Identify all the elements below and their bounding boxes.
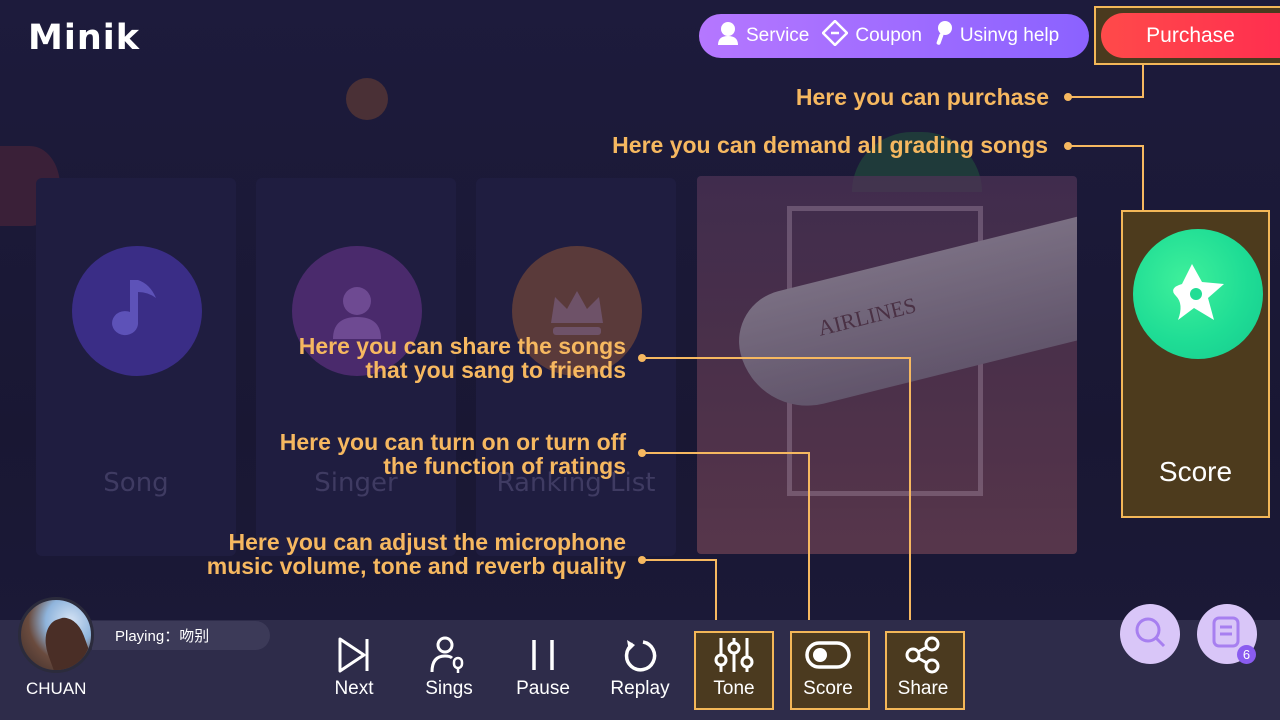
app-logo: Minik: [28, 18, 141, 58]
annotation-purchase: Here you can purchase: [795, 84, 1049, 110]
help-button[interactable]: Usinvg help: [935, 20, 1059, 52]
top-menu-pill: Service Coupon Usinvg help: [699, 14, 1089, 58]
equalizer-icon: [694, 636, 774, 674]
skip-next-icon: [314, 636, 394, 674]
annotation-adjust-line2: music volume, tone and reverb quality: [206, 553, 626, 579]
score-panel-label: Score: [1158, 456, 1233, 487]
share-button[interactable]: Share: [883, 636, 963, 706]
next-label: Next: [334, 678, 374, 699]
album-cover[interactable]: AIRLINES: [697, 176, 1077, 554]
avatar-hair-shape: [37, 612, 91, 670]
score-panel[interactable]: Score: [1121, 210, 1270, 518]
purchase-button[interactable]: Purchase: [1101, 13, 1280, 58]
connector-line: [1068, 145, 1144, 147]
coupon-button[interactable]: Coupon: [821, 19, 922, 52]
next-button[interactable]: Next: [314, 636, 394, 706]
pause-icon: [503, 636, 583, 674]
help-label: Usinvg help: [959, 25, 1060, 46]
card-label: Song: [103, 468, 169, 498]
tone-label: Tone: [713, 678, 755, 699]
now-playing[interactable]: Playing：吻别: [92, 621, 270, 650]
score-toggle-label: Score: [803, 678, 853, 699]
coupon-label: Coupon: [855, 25, 922, 46]
annotation-ratings-line1: Here you can turn on or turn off: [279, 429, 626, 455]
star-icon: [1133, 229, 1263, 359]
connector-line: [909, 357, 911, 632]
playlist-icon: [1212, 616, 1242, 652]
replay-label: Replay: [610, 678, 670, 699]
user-icon: [717, 21, 746, 51]
user-name: CHUAN: [26, 679, 87, 698]
connector-line: [1142, 65, 1144, 98]
connector-line: [642, 452, 810, 454]
annotation-ratings-line2: the function of ratings: [383, 453, 626, 479]
share-icon: [883, 636, 963, 674]
microphone-icon: [935, 20, 960, 52]
category-card-song[interactable]: Song: [36, 178, 236, 556]
search-button[interactable]: [1120, 604, 1180, 664]
connector-line: [808, 452, 810, 632]
decorative-blob: [346, 78, 388, 120]
queue-count-badge: 6: [1237, 645, 1256, 664]
search-icon: [1133, 615, 1167, 653]
connector-line: [1142, 145, 1144, 211]
replay-button[interactable]: Replay: [600, 636, 680, 706]
sings-button[interactable]: Sings: [409, 636, 489, 706]
pause-label: Pause: [516, 678, 570, 699]
service-label: Service: [746, 25, 810, 46]
ticket-icon: [821, 19, 855, 52]
annotation-share-line2: that you sang to friends: [365, 357, 626, 383]
score-toggle-button[interactable]: Score: [788, 636, 868, 706]
singer-mic-icon: [409, 636, 489, 674]
replay-icon: [600, 636, 680, 674]
avatar[interactable]: [18, 597, 94, 673]
connector-line: [642, 357, 911, 359]
tone-button[interactable]: Tone: [694, 636, 774, 706]
connector-line: [642, 559, 717, 561]
share-label: Share: [897, 678, 949, 699]
music-note-icon: [72, 246, 202, 376]
service-button[interactable]: Service: [717, 21, 809, 51]
sings-label: Sings: [425, 678, 473, 699]
connector-line: [1068, 96, 1144, 98]
annotation-grading: Here you can demand all grading songs: [612, 132, 1048, 158]
pause-button[interactable]: Pause: [503, 636, 583, 706]
annotation-adjust-line1: Here you can adjust the microphone: [228, 529, 626, 555]
annotation-share-line1: Here you can share the songs: [298, 333, 626, 359]
toggle-icon: [788, 636, 868, 674]
